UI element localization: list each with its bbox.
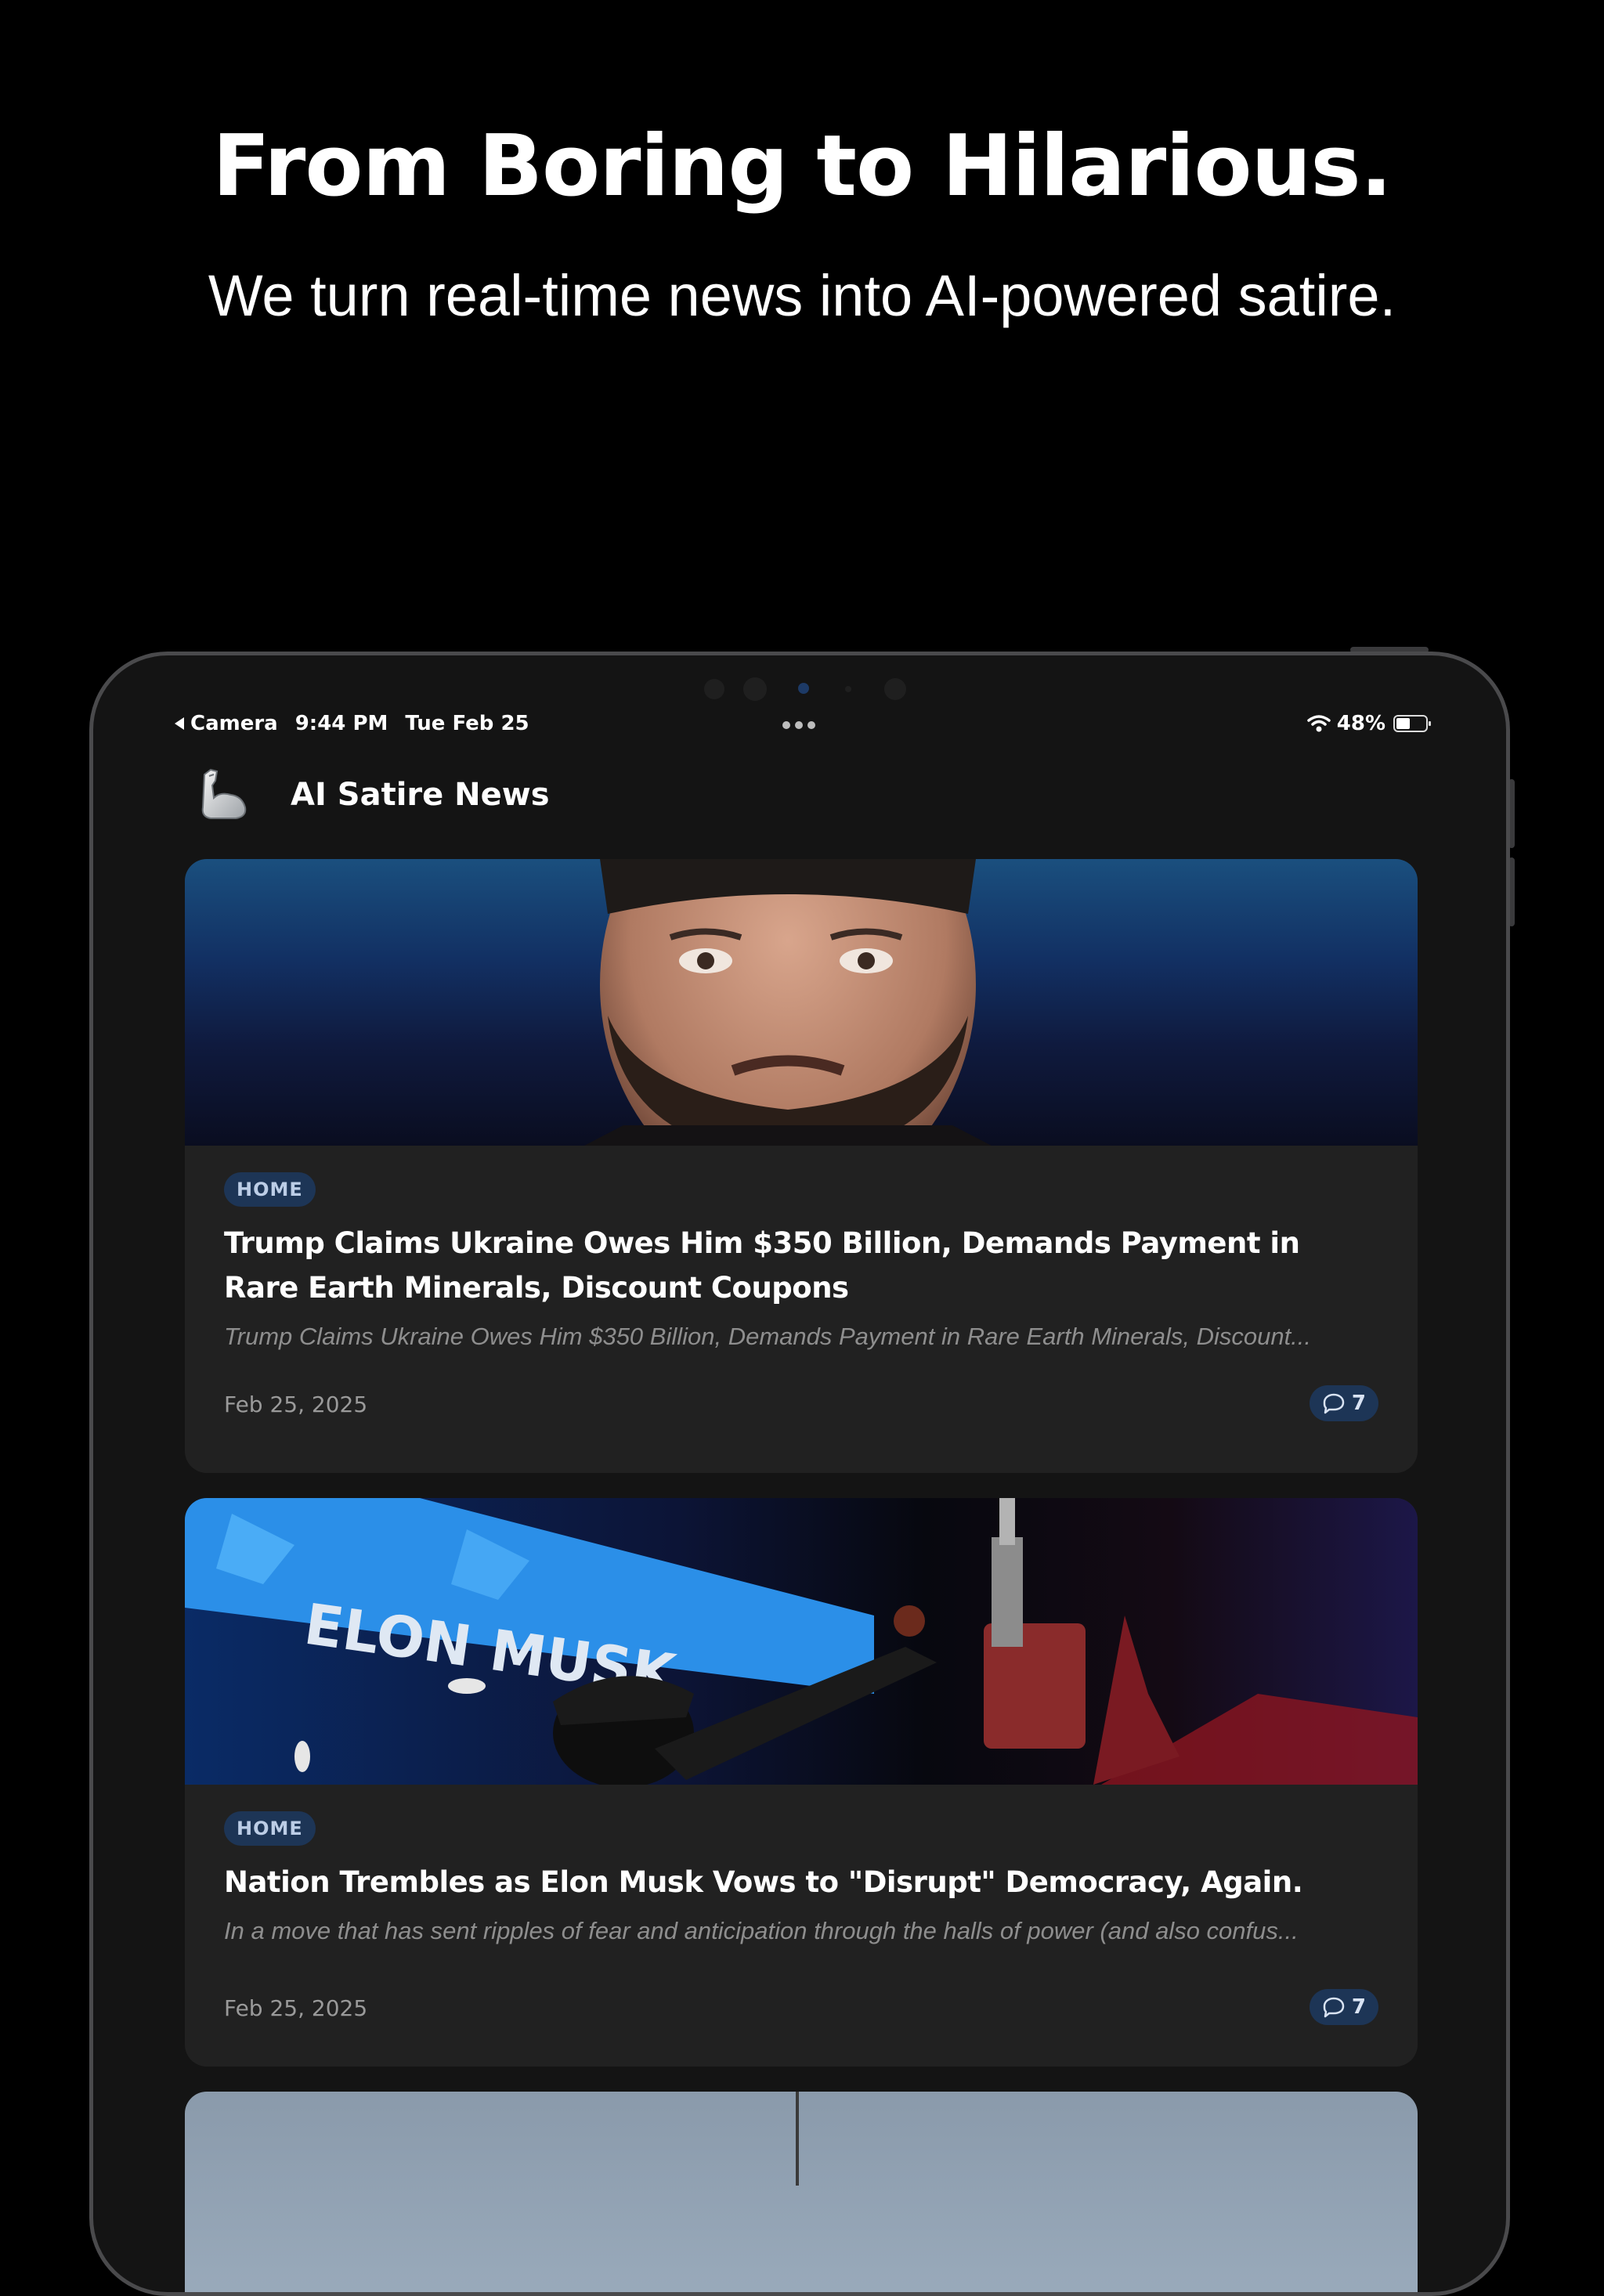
marketing-subheadline: We turn real-time news into AI-powered s… — [208, 263, 1396, 328]
camera-lens — [798, 683, 809, 694]
status-time: 9:44 PM — [294, 712, 388, 735]
battery-icon — [1393, 715, 1431, 732]
status-right: 48% — [1307, 712, 1431, 735]
article-card[interactable] — [185, 2092, 1418, 2292]
app-title: AI Satire News — [291, 777, 550, 813]
tablet-device: Camera 9:44 PM Tue Feb 25 48% AI Satire … — [89, 652, 1510, 2296]
category-badge[interactable]: HOME — [224, 1172, 316, 1207]
comments-button[interactable]: 7 — [1309, 1385, 1378, 1421]
multitasking-dots-icon[interactable] — [782, 721, 820, 729]
flexed-bicep-icon[interactable] — [193, 764, 256, 826]
battery-percent: 48% — [1336, 712, 1385, 735]
comments-button[interactable]: 7 — [1309, 1989, 1378, 2025]
back-to-app-label[interactable]: Camera — [190, 712, 278, 735]
article-date: Feb 25, 2025 — [224, 1995, 368, 2021]
article-body: HOME Nation Trembles as Elon Musk Vows t… — [185, 1785, 1418, 2027]
article-card[interactable]: ELON MUSK HOME Nation Trembles as Elon M… — [185, 1498, 1418, 2067]
article-title[interactable]: Trump Claims Ukraine Owes Him $350 Billi… — [224, 1221, 1378, 1310]
wifi-icon — [1307, 715, 1331, 732]
marketing-headline: From Boring to Hilarious. — [212, 117, 1392, 215]
article-excerpt: Trump Claims Ukraine Owes Him $350 Billi… — [224, 1323, 1312, 1350]
article-title[interactable]: Nation Trembles as Elon Musk Vows to "Di… — [224, 1860, 1378, 1904]
stage-photo: ELON MUSK — [185, 1498, 1418, 1785]
comment-count: 7 — [1351, 1995, 1366, 2019]
status-date: Tue Feb 25 — [405, 712, 529, 735]
back-arrow-icon[interactable] — [175, 717, 184, 730]
article-image[interactable]: ELON MUSK — [185, 1498, 1418, 1785]
category-badge[interactable]: HOME — [224, 1811, 316, 1846]
comment-count: 7 — [1351, 1392, 1366, 1415]
article-excerpt: In a move that has sent ripples of fear … — [224, 1917, 1299, 1944]
app-header: AI Satire News — [193, 764, 550, 826]
article-footer: Feb 25, 2025 7 — [224, 1989, 1378, 2027]
article-date: Feb 25, 2025 — [224, 1392, 368, 1417]
battery-level — [1396, 718, 1410, 729]
article-image[interactable] — [185, 2092, 1418, 2292]
speech-bubble-icon — [1323, 1997, 1345, 2018]
article-image[interactable] — [185, 859, 1418, 1146]
article-footer: Feb 25, 2025 7 — [224, 1385, 1378, 1423]
camera-cluster — [93, 671, 1506, 702]
status-bar: Camera 9:44 PM Tue Feb 25 48% — [93, 707, 1506, 740]
article-card[interactable]: HOME Trump Claims Ukraine Owes Him $350 … — [185, 859, 1418, 1473]
sky-photo — [796, 2092, 799, 2186]
portrait-photo — [584, 859, 992, 1146]
article-body: HOME Trump Claims Ukraine Owes Him $350 … — [185, 1146, 1418, 1423]
speech-bubble-icon — [1323, 1393, 1345, 1414]
status-left: Camera 9:44 PM Tue Feb 25 — [175, 712, 547, 735]
